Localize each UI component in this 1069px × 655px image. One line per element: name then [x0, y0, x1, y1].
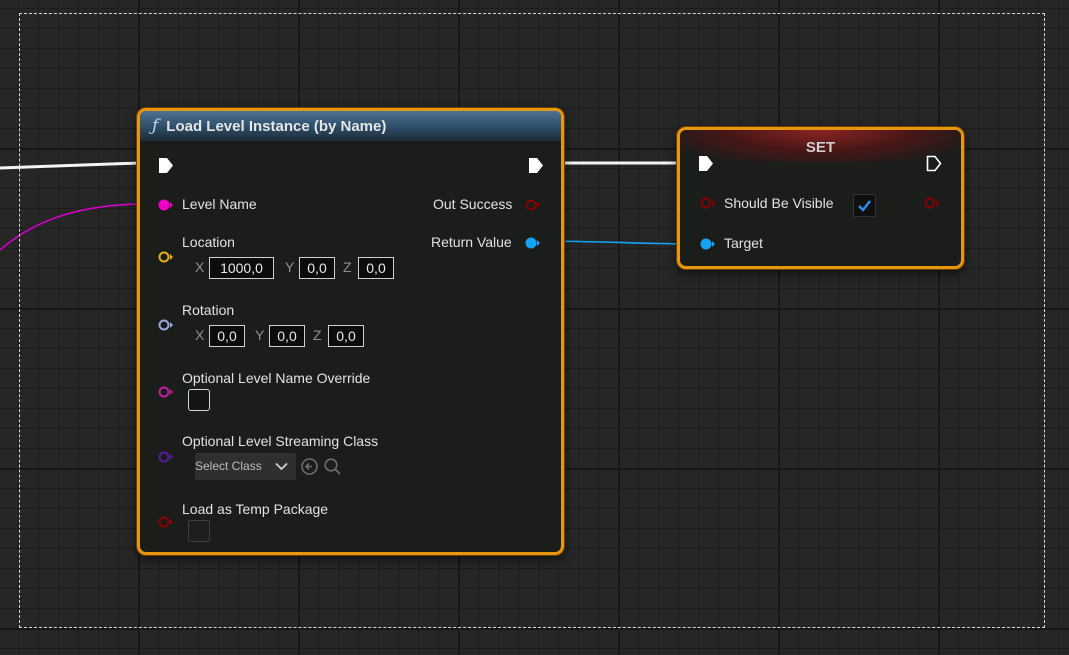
- name-override-text-box[interactable]: [188, 389, 210, 411]
- node-header[interactable]: ƒ Load Level Instance (by Name): [140, 111, 561, 141]
- load-level-instance-node[interactable]: ƒ Load Level Instance (by Name) Level Na…: [137, 108, 564, 555]
- rotation-z-input[interactable]: 0,0: [328, 325, 364, 347]
- rotation-y-input[interactable]: 0,0: [269, 325, 305, 347]
- rotation-x-input[interactable]: 0,0: [209, 325, 245, 347]
- should-be-visible-label: Should Be Visible: [724, 195, 834, 211]
- streaming-class-pin-icon[interactable]: [158, 450, 174, 464]
- browse-search-icon[interactable]: [323, 457, 342, 476]
- temp-package-pin-icon[interactable]: [158, 515, 174, 529]
- select-class-dropdown[interactable]: Select Class: [195, 453, 296, 480]
- string-wire-level-name: [0, 203, 141, 251]
- return-value-pin-icon[interactable]: [525, 236, 541, 250]
- exec-in-pin-icon[interactable]: [698, 155, 714, 172]
- function-icon: ƒ: [152, 116, 159, 136]
- out-success-pin-icon[interactable]: [525, 198, 541, 212]
- level-name-pin-icon[interactable]: [158, 198, 174, 212]
- should-be-visible-pin-icon[interactable]: [700, 196, 716, 210]
- rotation-y-axis-label: Y: [255, 327, 265, 343]
- exec-wire-in: [0, 161, 141, 170]
- checkmark-icon: [858, 200, 871, 212]
- exec-in-pin-icon[interactable]: [158, 157, 174, 174]
- rotation-x-axis-label: X: [195, 327, 205, 343]
- should-be-visible-out-pin-icon[interactable]: [924, 196, 940, 210]
- target-label: Target: [724, 235, 763, 251]
- node-header[interactable]: SET: [680, 130, 961, 162]
- temp-package-label: Load as Temp Package: [182, 501, 329, 517]
- should-be-visible-checkbox[interactable]: [853, 194, 876, 217]
- location-x-axis-label: X: [195, 259, 205, 275]
- target-pin-icon[interactable]: [700, 237, 716, 251]
- out-success-label: Out Success: [433, 196, 513, 212]
- name-override-pin-icon[interactable]: [158, 385, 174, 399]
- exec-out-pin-icon[interactable]: [926, 155, 942, 172]
- return-value-label: Return Value: [431, 234, 512, 250]
- location-label: Location: [182, 234, 235, 250]
- use-selected-asset-icon[interactable]: [300, 457, 319, 476]
- chevron-down-icon: [275, 462, 288, 471]
- level-name-label: Level Name: [182, 196, 257, 212]
- select-class-value: Select Class: [195, 459, 262, 473]
- rotation-pin-icon[interactable]: [158, 318, 174, 332]
- location-z-input[interactable]: 0,0: [358, 257, 394, 279]
- location-y-axis-label: Y: [285, 259, 295, 275]
- node-title: Load Level Instance (by Name): [166, 117, 387, 135]
- location-x-input[interactable]: 1000,0: [209, 257, 274, 279]
- location-z-axis-label: Z: [343, 259, 352, 275]
- streaming-class-label: Optional Level Streaming Class: [182, 433, 379, 449]
- node-title: SET: [805, 138, 836, 156]
- name-override-label: Optional Level Name Override: [182, 370, 371, 386]
- set-node[interactable]: SET Should Be Visible Target: [677, 127, 964, 269]
- location-y-input[interactable]: 0,0: [299, 257, 335, 279]
- location-pin-icon[interactable]: [158, 250, 174, 264]
- temp-package-checkbox[interactable]: [188, 520, 210, 542]
- rotation-label: Rotation: [182, 302, 235, 318]
- exec-out-pin-icon[interactable]: [528, 157, 544, 174]
- rotation-z-axis-label: Z: [313, 327, 322, 343]
